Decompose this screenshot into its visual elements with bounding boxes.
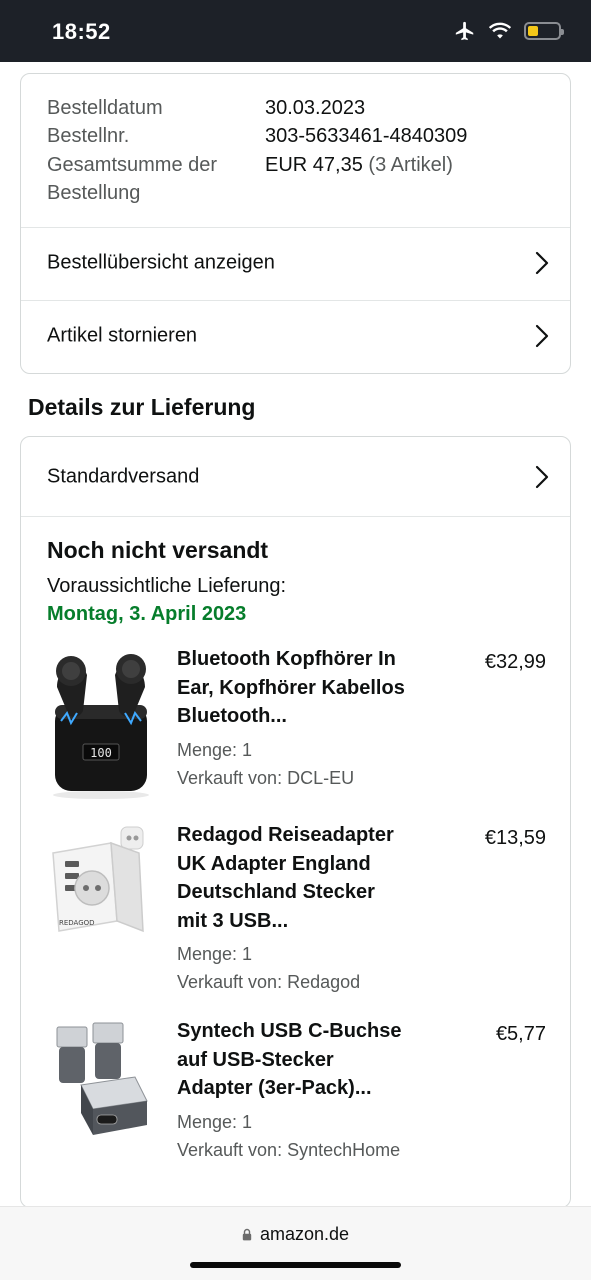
item-title-line: Bluetooth...	[177, 705, 287, 727]
order-total-items: (3 Artikel)	[368, 154, 453, 176]
address-bar[interactable]: amazon.de	[0, 1224, 591, 1245]
item-title-line: Syntech USB C-Buchse	[177, 1020, 402, 1042]
item-title[interactable]: Bluetooth Kopfhörer In Ear, Kopfhörer Ka…	[177, 645, 429, 731]
cancel-items-link[interactable]: Artikel stornieren	[21, 300, 570, 372]
item-seller: Verkauft von: DCL-EU	[177, 768, 355, 788]
item-price: €13,59	[484, 827, 546, 849]
chevron-right-icon	[535, 251, 549, 275]
status-time: 18:52	[52, 19, 111, 44]
url-text: amazon.de	[259, 1224, 350, 1244]
item-title[interactable]: Syntech USB C-Buchse auf USB-Stecker Ada…	[177, 1017, 429, 1103]
chevron-right-icon	[535, 324, 549, 348]
chevron-right-icon	[535, 465, 549, 488]
order-total-value: EUR 47,35	[265, 154, 363, 176]
travel-adapter-image: REDAGOD	[52, 826, 144, 933]
item-title-line: Ear, Kopfhörer Kabellos	[177, 676, 405, 699]
item-title-line: Deutschland Stecker	[177, 881, 375, 903]
browser-bottom-bar: amazon.de	[0, 1206, 591, 1280]
order-total-label-line2: Bestellung	[47, 182, 141, 204]
order-date-value: 30.03.2023	[265, 97, 366, 119]
eta-label: Voraussichtliche Lieferung:	[47, 575, 287, 597]
status-icons	[454, 20, 564, 42]
order-total-label-line1: Gesamtsumme der	[47, 154, 218, 176]
item-title-line: Adapter (3er-Pack)...	[177, 1077, 372, 1099]
wifi-icon	[488, 22, 512, 39]
status-bar: 18:52	[0, 0, 591, 62]
item-title-line: mit 3 USB...	[177, 909, 289, 932]
item-title[interactable]: Redagod Reiseadapter UK Adapter England …	[177, 821, 429, 935]
item-seller: Verkauft von: SyntechHome	[177, 1140, 401, 1160]
view-order-summary-link[interactable]: Bestellübersicht anzeigen	[21, 227, 570, 299]
shipping-method-label: Standardversand	[47, 465, 200, 487]
airplane-icon	[455, 21, 474, 41]
item-title-line: Redagod Reiseadapter	[177, 824, 394, 846]
svg-text:100: 100	[90, 746, 112, 760]
svg-text:REDAGOD: REDAGOD	[59, 919, 95, 927]
item-quantity: Menge: 1	[177, 944, 253, 964]
home-indicator[interactable]	[190, 1262, 401, 1268]
order-total: EUR 47,35 (3 Artikel)	[265, 151, 453, 180]
lock-icon	[242, 1228, 252, 1241]
battery-fill	[528, 26, 539, 36]
shipment-status: Noch nicht versandt	[47, 537, 269, 563]
order-summary-card: Bestelldatum 30.03.2023 Bestellnr. 303-5…	[20, 73, 571, 374]
item-title-line: auf USB-Stecker	[177, 1048, 334, 1071]
delivery-section-title: Details zur Lieferung	[28, 394, 256, 420]
usb-adapter-image	[56, 1022, 148, 1135]
order-date-label: Bestelldatum	[47, 97, 163, 119]
item-price: €32,99	[484, 651, 546, 673]
delivery-card: Standardversand Noch nicht versandt Vora…	[20, 436, 571, 1208]
shipping-method-link[interactable]: Standardversand	[21, 437, 570, 516]
earbuds-image: 100	[53, 654, 149, 799]
item-title-line: Bluetooth Kopfhörer In	[177, 648, 396, 670]
item-quantity: Menge: 1	[177, 740, 253, 760]
item-seller: Verkauft von: Redagod	[177, 972, 361, 992]
order-number-label: Bestellnr.	[47, 125, 130, 147]
item-quantity: Menge: 1	[177, 1112, 253, 1132]
order-number-value: 303-5633461-4840309	[265, 125, 468, 147]
cancel-items-label: Artikel stornieren	[47, 324, 198, 347]
item-price: €5,77	[495, 1023, 546, 1045]
divider	[21, 516, 570, 517]
eta-date: Montag, 3. April 2023	[47, 603, 247, 625]
item-title-line: UK Adapter England	[177, 852, 371, 875]
view-order-summary-label: Bestellübersicht anzeigen	[47, 251, 275, 274]
battery-icon	[524, 22, 564, 40]
